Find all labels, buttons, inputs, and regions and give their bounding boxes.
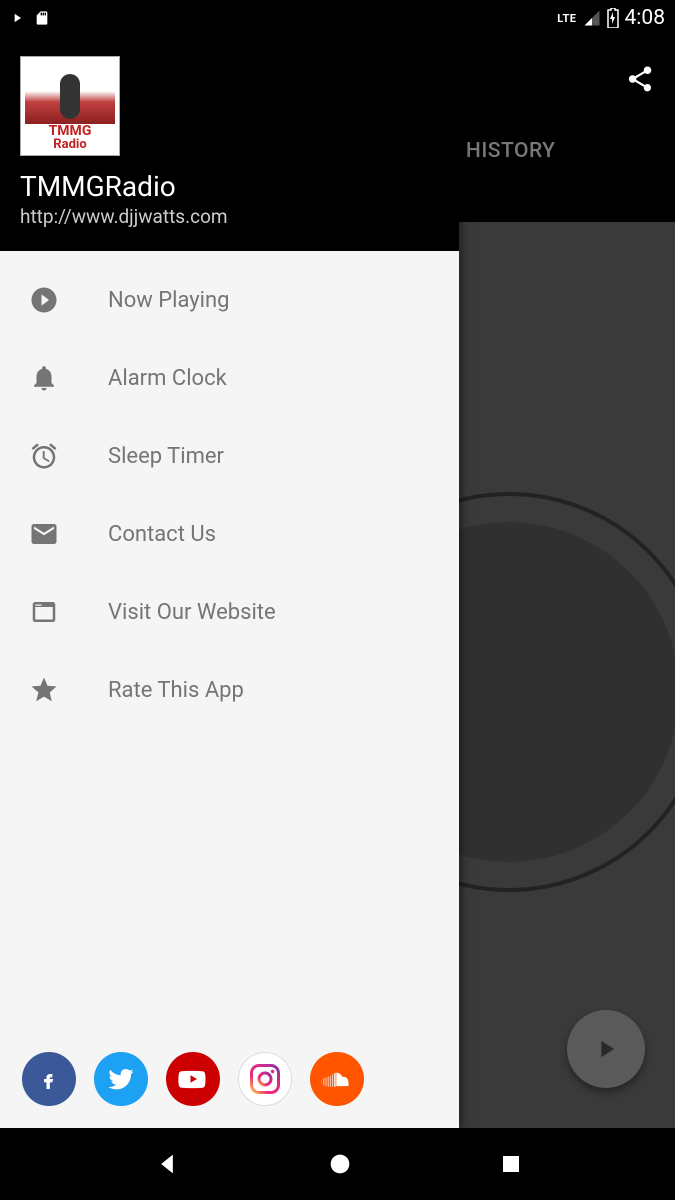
social-row <box>0 1030 459 1128</box>
instagram-icon[interactable] <box>238 1052 292 1106</box>
drawer-url: http://www.djjwatts.com <box>20 205 439 228</box>
navigation-drawer: TMMG Radio TMMGRadio http://www.djjwatts… <box>0 36 459 1128</box>
nav-item-rate-app[interactable]: Rate This App <box>0 651 459 729</box>
soundcloud-icon[interactable] <box>310 1052 364 1106</box>
home-button[interactable] <box>326 1150 354 1178</box>
nav-item-sleep-timer[interactable]: Sleep Timer <box>0 417 459 495</box>
nav-list: Now Playing Alarm Clock Sleep Timer Cont… <box>0 251 459 1030</box>
back-button[interactable] <box>153 1150 181 1178</box>
youtube-icon[interactable] <box>166 1052 220 1106</box>
nav-item-contact-us[interactable]: Contact Us <box>0 495 459 573</box>
network-type: LTE <box>557 12 576 25</box>
play-indicator-icon <box>10 11 24 25</box>
android-nav-bar <box>0 1128 675 1200</box>
nav-item-now-playing[interactable]: Now Playing <box>0 261 459 339</box>
mail-icon <box>28 518 60 550</box>
drawer-title: TMMGRadio <box>20 170 439 203</box>
recent-button[interactable] <box>499 1152 523 1176</box>
nav-label: Now Playing <box>108 288 230 313</box>
app-logo: TMMG Radio <box>20 56 120 156</box>
facebook-icon[interactable] <box>22 1052 76 1106</box>
nav-label: Rate This App <box>108 678 244 703</box>
play-button[interactable] <box>567 1010 645 1088</box>
nav-item-visit-website[interactable]: Visit Our Website <box>0 573 459 651</box>
sd-card-icon <box>34 9 50 27</box>
star-icon <box>28 674 60 706</box>
clock: 4:08 <box>625 6 666 30</box>
share-icon[interactable] <box>625 64 655 94</box>
nav-label: Visit Our Website <box>108 600 276 625</box>
twitter-icon[interactable] <box>94 1052 148 1106</box>
player-area <box>459 222 675 1128</box>
alarm-icon <box>28 440 60 472</box>
nav-item-alarm-clock[interactable]: Alarm Clock <box>0 339 459 417</box>
nav-label: Sleep Timer <box>108 444 224 469</box>
battery-icon <box>607 8 619 28</box>
web-icon <box>28 596 60 628</box>
bell-icon <box>28 362 60 394</box>
signal-icon <box>583 9 601 27</box>
nav-label: Alarm Clock <box>108 366 227 391</box>
nav-label: Contact Us <box>108 522 216 547</box>
play-circle-icon <box>28 284 60 316</box>
status-bar: LTE 4:08 <box>0 0 675 36</box>
drawer-header: TMMG Radio TMMGRadio http://www.djjwatts… <box>0 36 459 251</box>
